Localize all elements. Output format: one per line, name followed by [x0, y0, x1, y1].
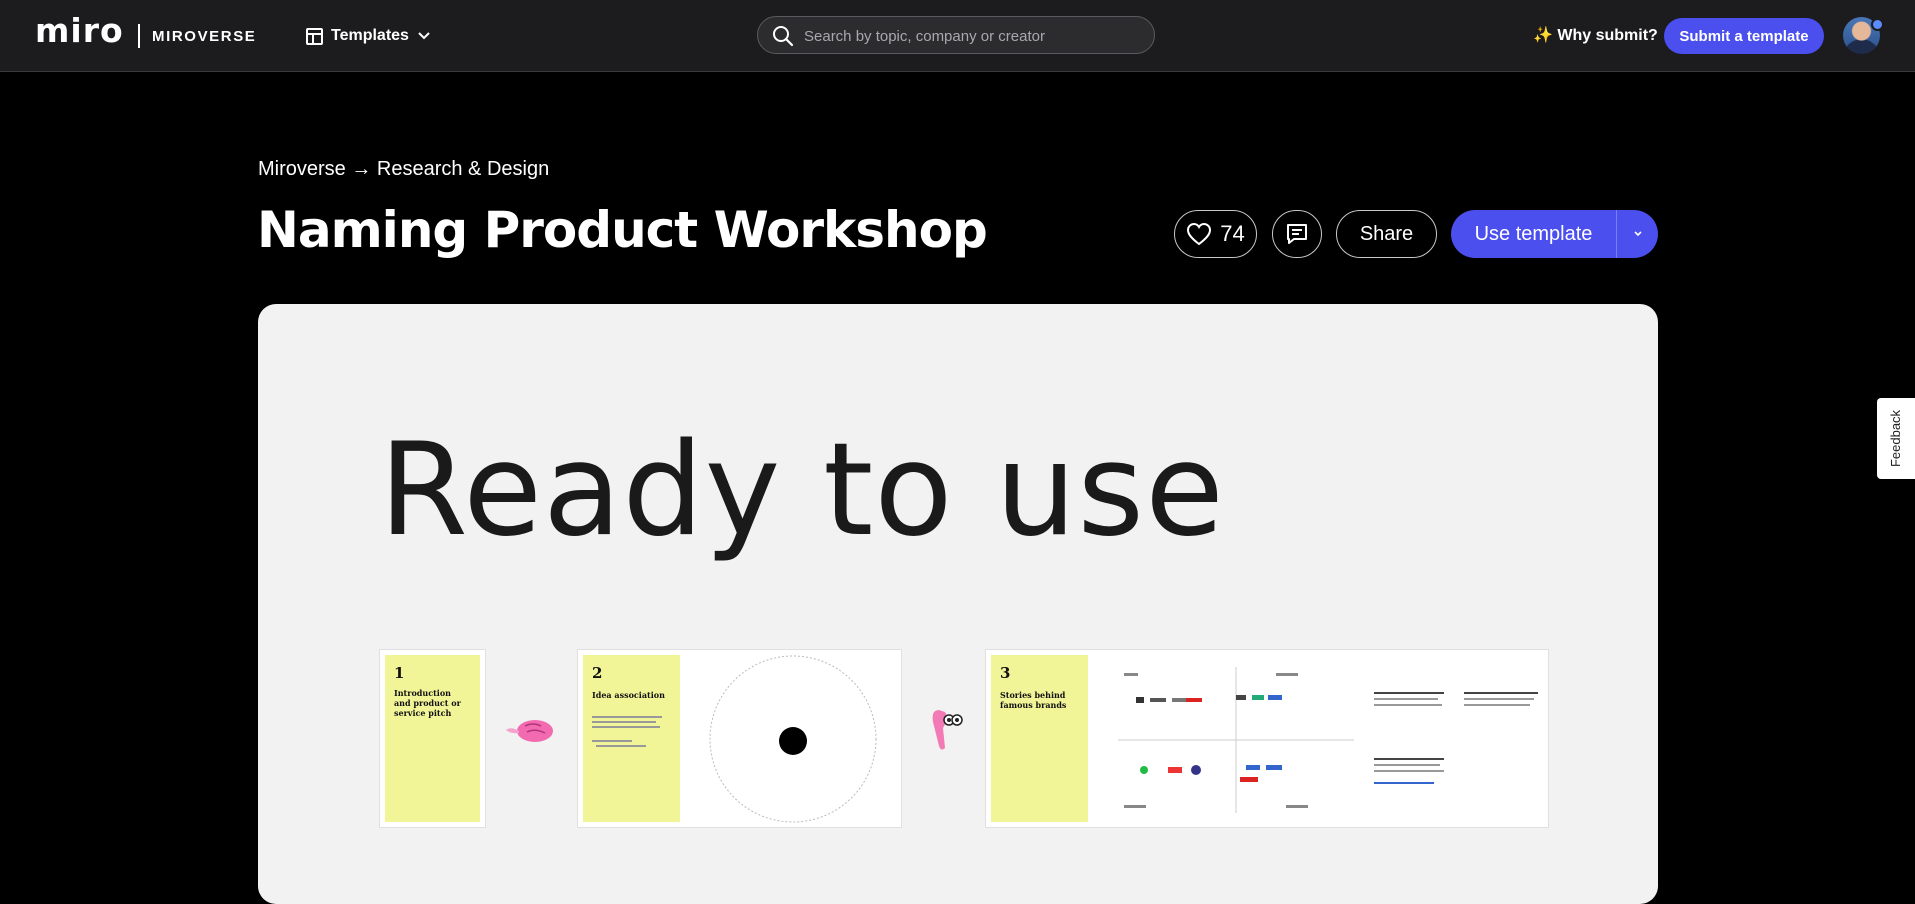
board-frame-2: 2 Idea association	[577, 649, 902, 828]
top-nav-bar: miro MIROVERSE Templates ✨ Why submit? S…	[0, 0, 1915, 72]
like-count: 74	[1220, 221, 1245, 246]
use-template-button[interactable]: Use template	[1451, 210, 1658, 258]
share-button[interactable]: Share	[1336, 210, 1437, 258]
frame-title: Stories behind famous brands	[1000, 690, 1067, 710]
search-input[interactable]	[802, 17, 1146, 55]
heart-icon	[1187, 222, 1212, 246]
notification-dot	[1871, 18, 1884, 31]
frame-number: 1	[394, 664, 405, 682]
frame-number: 3	[1000, 664, 1011, 682]
chevron-down-icon	[418, 32, 430, 40]
chevron-down-icon	[1633, 231, 1642, 237]
search-icon	[773, 26, 794, 47]
mascot-illustration-icon	[932, 710, 963, 750]
why-submit-link[interactable]: ✨ Why submit?	[1533, 25, 1658, 47]
use-template-dropdown[interactable]	[1617, 230, 1658, 238]
templates-menu-button[interactable]: Templates	[306, 24, 431, 48]
search-box[interactable]	[757, 16, 1155, 55]
submit-template-button[interactable]: Submit a template	[1664, 18, 1824, 54]
association-circle-icon	[709, 655, 877, 823]
logo-divider	[138, 24, 140, 48]
brand-quadrant-icon	[1118, 667, 1354, 813]
frame-title: Idea association	[592, 690, 665, 700]
template-preview[interactable]: Ready to use 1 Introduction and product …	[258, 304, 1658, 904]
comment-button[interactable]	[1272, 210, 1322, 258]
page-title: Naming Product Workshop	[257, 201, 988, 259]
feedback-tab[interactable]: Feedback	[1877, 398, 1915, 479]
miro-logo[interactable]: miro	[35, 14, 124, 48]
breadcrumb[interactable]: Miroverse → Research & Design	[258, 157, 549, 181]
preview-headline: Ready to use	[379, 416, 1225, 565]
board-frame-1: 1 Introduction and product or service pi…	[379, 649, 486, 828]
feedback-label: Feedback	[1888, 409, 1904, 468]
frame-number: 2	[592, 664, 603, 682]
template-icon	[306, 27, 323, 45]
frame-title: Introduction and product or service pitc…	[394, 688, 461, 718]
use-template-label[interactable]: Use template	[1451, 223, 1616, 246]
like-button[interactable]: 74	[1174, 210, 1257, 258]
brain-illustration-icon	[506, 720, 553, 742]
board-frame-3: 3 Stories behind famous brands	[985, 649, 1549, 828]
miroverse-wordmark[interactable]: MIROVERSE	[152, 28, 256, 46]
templates-label: Templates	[331, 27, 409, 44]
comment-icon	[1287, 224, 1307, 244]
